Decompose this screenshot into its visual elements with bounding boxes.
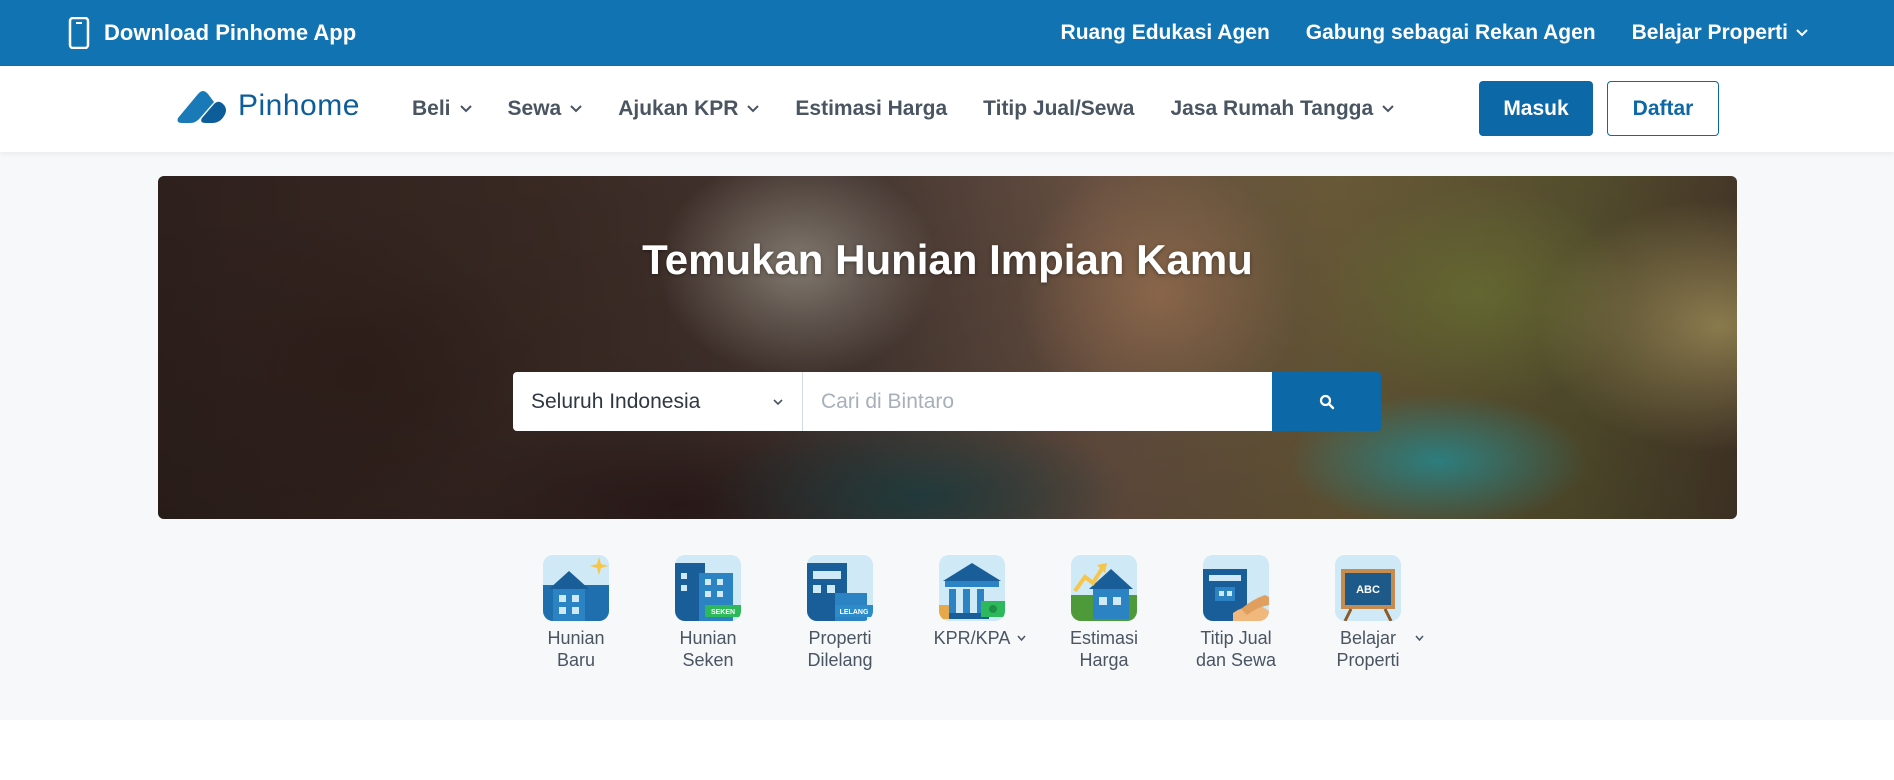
login-button[interactable]: Masuk [1479,81,1593,136]
top-link-label: Gabung sebagai Rekan Agen [1305,21,1596,44]
top-links: Ruang Edukasi Agen Gabung sebagai Rekan … [1061,0,1808,66]
top-bar: Download Pinhome App Ruang Edukasi Agen … [0,0,1894,66]
nav-item-ajukan-kpr[interactable]: Ajukan KPR [618,97,760,121]
new-home-icon [543,555,609,621]
chevron-down-icon [570,105,582,113]
category-estimasi-harga[interactable]: Estimasi Harga [1038,555,1170,671]
nav-item-jasa-rumah-tangga[interactable]: Jasa Rumah Tangga [1170,97,1394,121]
search-button[interactable] [1272,372,1381,431]
top-link-label: Ruang Edukasi Agen [1060,21,1270,44]
category-kpr-kpa[interactable]: KPR/KPA [906,555,1038,671]
search-icon [1319,394,1334,409]
used-home-icon: SEKEN [675,555,741,621]
chevron-down-icon [1796,29,1808,37]
nav-item-label: Estimasi Harga [795,97,948,120]
nav-menu: Beli Sewa Ajukan KPR Estimasi Harga Titi… [412,66,1394,152]
chevron-down-icon [773,398,783,405]
svg-text:SEKEN: SEKEN [711,609,735,616]
nav-item-label: Beli [412,97,451,120]
top-link-belajar-properti[interactable]: Belajar Properti [1632,21,1808,45]
nav-item-beli[interactable]: Beli [412,97,472,121]
auction-property-icon: LELANG [807,555,873,621]
category-label: KPR/KPA [922,627,1026,649]
hero-banner: Temukan Hunian Impian Kamu [158,176,1737,519]
nav-item-label: Ajukan KPR [618,97,739,120]
nav-item-titip-jual-sewa[interactable]: Titip Jual/Sewa [983,97,1134,121]
category-belajar-properti[interactable]: ABC Belajar Properti [1302,555,1434,671]
category-label: Hunian Seken [679,628,737,670]
svg-text:LELANG: LELANG [840,609,869,616]
region-select-value: Seluruh Indonesia [531,389,701,413]
top-link-gabung-agen[interactable]: Gabung sebagai Rekan Agen [1306,21,1596,45]
search-input[interactable] [803,372,1272,431]
category-label: Estimasi Harga [1069,628,1138,670]
download-app-link[interactable]: Download Pinhome App [68,0,356,66]
category-titip-jual-sewa[interactable]: Titip Jual dan Sewa [1170,555,1302,671]
category-label: Properti Dilelang [807,628,873,670]
nav-item-label: Jasa Rumah Tangga [1170,97,1374,120]
chevron-down-icon [1017,635,1026,641]
category-label: Hunian Baru [547,628,605,670]
nav-item-sewa[interactable]: Sewa [508,97,583,121]
hero-title: Temukan Hunian Impian Kamu [642,236,1253,283]
category-label: Belajar Properti [1318,627,1424,671]
phone-icon [68,17,90,49]
learn-board-icon: ABC [1335,555,1401,621]
category-hunian-baru[interactable]: Hunian Baru [510,555,642,671]
chevron-down-icon [1382,105,1394,113]
consign-icon [1203,555,1269,621]
category-properti-dilelang[interactable]: LELANG Properti Dilelang [774,555,906,671]
nav-item-label: Titip Jual/Sewa [983,97,1135,120]
chevron-down-icon [1415,635,1424,641]
category-label: Titip Jual dan Sewa [1195,628,1277,670]
top-link-label: Belajar Properti [1631,21,1788,44]
price-estimate-icon [1071,555,1137,621]
pinhome-logo[interactable]: Pinhome [176,88,360,124]
download-app-label: Download Pinhome App [104,20,357,45]
category-shortcuts: Hunian Baru SEKEN Hunian Seken LELANG Pr… [510,555,1434,671]
nav-item-label: Sewa [507,97,562,120]
logo-text: Pinhome [238,89,360,122]
pinhome-logo-icon [177,91,226,123]
bank-icon [939,555,1005,621]
nav-item-estimasi-harga[interactable]: Estimasi Harga [795,97,947,121]
register-button[interactable]: Daftar [1607,81,1719,136]
category-hunian-seken[interactable]: SEKEN Hunian Seken [642,555,774,671]
search-bar: Seluruh Indonesia [513,372,1381,431]
svg-text:ABC: ABC [1356,584,1380,596]
chevron-down-icon [747,105,760,113]
top-link-ruang-edukasi[interactable]: Ruang Edukasi Agen [1061,21,1270,45]
region-select[interactable]: Seluruh Indonesia [513,372,803,431]
main-navbar: Pinhome Beli Sewa Ajukan KPR Estimasi Ha… [0,66,1894,152]
chevron-down-icon [459,105,472,113]
